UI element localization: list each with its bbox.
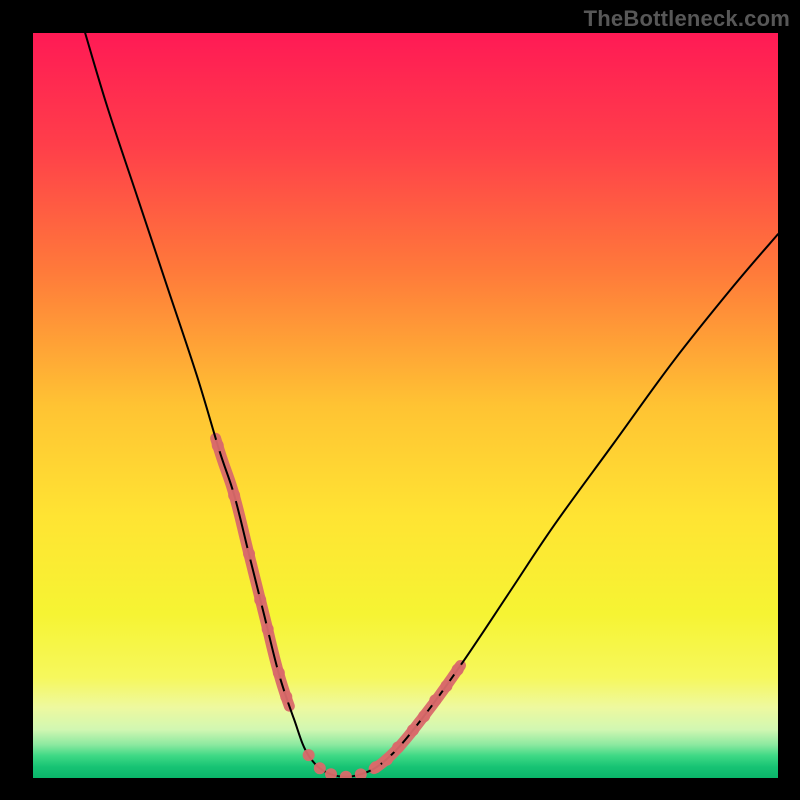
highlight-dot [340, 771, 352, 778]
plot-area [33, 33, 778, 778]
highlight-dot [440, 680, 452, 692]
curve-layer [33, 33, 778, 778]
highlight-dot [243, 548, 255, 560]
highlight-dot [314, 762, 326, 774]
highlight-dot [392, 741, 404, 753]
highlight-dot [254, 594, 266, 606]
watermark-text: TheBottleneck.com [584, 6, 790, 32]
highlight-dot [273, 667, 285, 679]
highlight-dot [212, 439, 224, 451]
highlight-dot [355, 768, 367, 778]
highlight-dot [280, 691, 292, 703]
highlight-dot [303, 749, 315, 761]
highlight-dot [452, 664, 464, 676]
highlight-dot [418, 710, 430, 722]
highlight-dot [370, 761, 382, 773]
highlight-dot [325, 768, 337, 778]
highlight-dots [212, 439, 464, 778]
bottleneck-curve [85, 33, 778, 777]
highlight-dot [262, 623, 274, 635]
highlight-dot [407, 724, 419, 736]
highlight-dot [228, 489, 240, 501]
highlight-dot [429, 694, 441, 706]
chart-frame: TheBottleneck.com [0, 0, 800, 800]
highlight-dot [381, 754, 393, 766]
